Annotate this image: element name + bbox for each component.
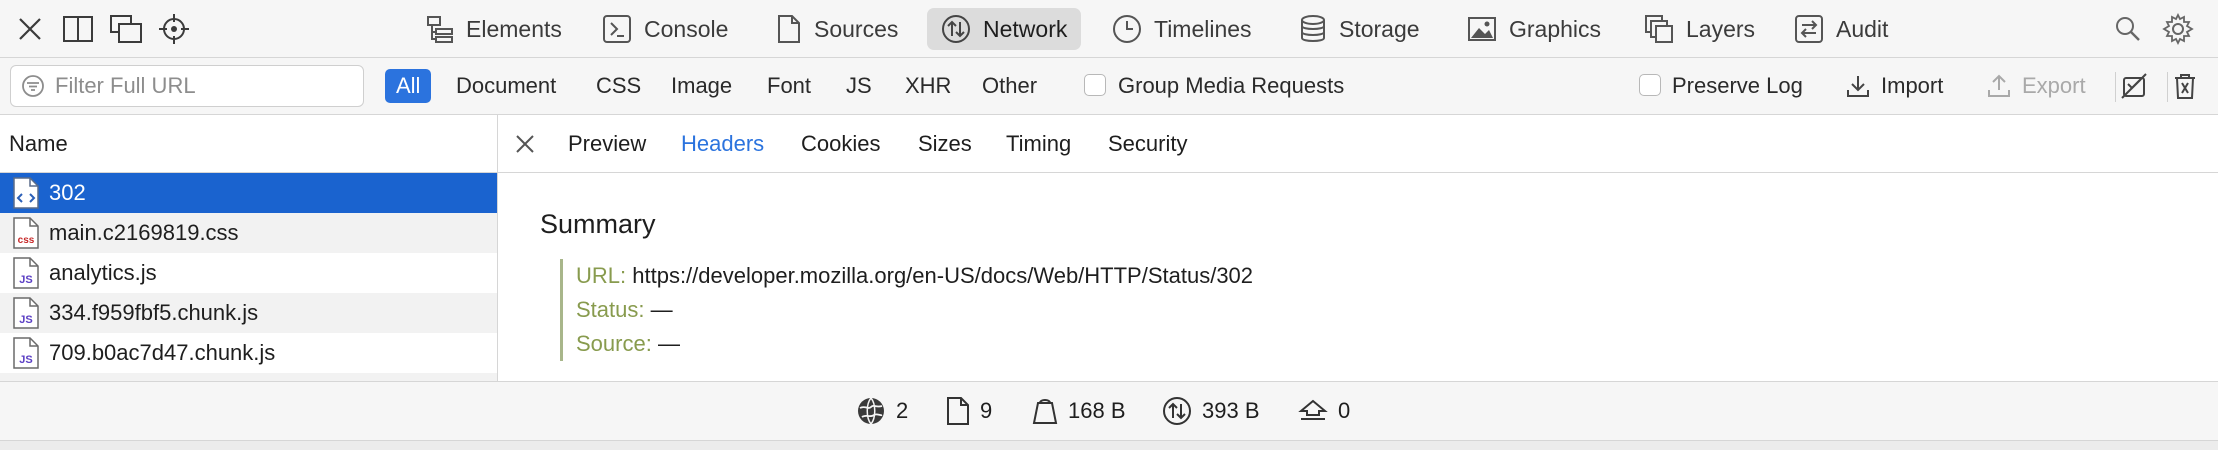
- network-icon: [941, 14, 971, 44]
- export-icon: [1986, 73, 2012, 99]
- headers-panel: Summary URL: https://developer.mozilla.o…: [498, 173, 2218, 381]
- console-icon: [602, 14, 632, 44]
- tab-headers[interactable]: Headers: [681, 115, 764, 173]
- tab-audit[interactable]: Audit: [1780, 8, 1902, 50]
- request-name: 334.f959fbf5.chunk.js: [49, 300, 259, 325]
- close-icon[interactable]: [10, 9, 50, 49]
- graphics-icon: [1467, 16, 1497, 42]
- request-name: 709.b0ac7d47.chunk.js: [49, 340, 276, 365]
- elements-icon: [426, 15, 454, 43]
- request-name: 302: [49, 180, 86, 205]
- network-filter-bar: All Document CSS Image Font JS XHR Other…: [0, 58, 2218, 115]
- request-list: Name 302 css main.c2169819.css JS analyt…: [0, 115, 498, 381]
- window-bottom-edge: [0, 440, 2218, 450]
- network-status-bar: 2 9 168 B 393 B 0: [0, 381, 2218, 440]
- tab-security[interactable]: Security: [1108, 115, 1187, 173]
- summary-source: Source: —: [576, 331, 680, 356]
- upload-tray-icon: [1298, 397, 1328, 425]
- tab-elements[interactable]: Elements: [412, 8, 576, 50]
- globe-icon: [856, 396, 886, 426]
- type-filter-other[interactable]: Other: [971, 69, 1048, 103]
- preserve-log-label: Preserve Log: [1672, 73, 1803, 98]
- summary-status: Status: —: [576, 297, 673, 322]
- tab-preview[interactable]: Preview: [568, 115, 646, 173]
- tab-network[interactable]: Network: [927, 8, 1082, 50]
- group-media-label: Group Media Requests: [1118, 73, 1345, 98]
- preserve-log-checkbox[interactable]: [1639, 74, 1661, 96]
- request-name: analytics.js: [49, 260, 157, 285]
- js-file-icon: JS: [12, 256, 40, 290]
- column-header-name[interactable]: Name: [0, 115, 497, 173]
- devtools-tab-bar: Elements Console Sources Network Timelin…: [0, 0, 2218, 58]
- svg-text:JS: JS: [19, 354, 32, 366]
- tab-layers[interactable]: Layers: [1630, 8, 1769, 50]
- type-filter-image[interactable]: Image: [660, 69, 743, 103]
- filter-url-input[interactable]: [53, 72, 357, 100]
- undock-icon[interactable]: [106, 9, 146, 49]
- tab-graphics[interactable]: Graphics: [1453, 8, 1615, 50]
- filter-url-field[interactable]: [10, 65, 364, 107]
- resources-count: 9: [946, 394, 992, 428]
- import-icon: [1845, 73, 1871, 99]
- search-icon[interactable]: [2108, 9, 2148, 49]
- toolbar-divider: [2115, 72, 2116, 102]
- type-filter-font[interactable]: Font: [756, 69, 822, 103]
- close-detail-icon[interactable]: [512, 131, 538, 157]
- storage-icon: [1299, 14, 1327, 44]
- clear-log-button[interactable]: [2172, 68, 2198, 104]
- toolbar-divider: [2167, 72, 2168, 102]
- request-row-partial[interactable]: [0, 373, 497, 381]
- document-file-icon: [12, 176, 40, 210]
- export-button[interactable]: Export: [1986, 68, 2086, 104]
- sources-icon: [776, 14, 802, 44]
- file-icon: [946, 396, 970, 426]
- css-file-icon: css: [12, 216, 40, 250]
- js-file-icon: JS: [12, 296, 40, 330]
- filter-icon: [21, 74, 45, 98]
- detail-tab-bar: Preview Headers Cookies Sizes Timing Sec…: [498, 115, 2218, 173]
- timelines-icon: [1112, 14, 1142, 44]
- summary-title: Summary: [540, 209, 656, 239]
- tab-sources[interactable]: Sources: [762, 8, 912, 50]
- trash-icon: [2172, 72, 2198, 100]
- request-row[interactable]: JS 334.f959fbf5.chunk.js: [0, 293, 497, 333]
- tab-console[interactable]: Console: [588, 8, 742, 50]
- js-file-icon: JS: [12, 336, 40, 370]
- tab-storage[interactable]: Storage: [1285, 8, 1434, 50]
- inspect-target-icon[interactable]: [154, 9, 194, 49]
- cache-disabled-icon: [2120, 72, 2148, 100]
- request-row[interactable]: css main.c2169819.css: [0, 213, 497, 253]
- transferred-size: 168 B: [1032, 394, 1126, 428]
- request-row[interactable]: JS analytics.js: [0, 253, 497, 293]
- audit-icon: [1794, 14, 1824, 44]
- tab-timelines[interactable]: Timelines: [1098, 8, 1266, 50]
- tab-sizes[interactable]: Sizes: [918, 115, 972, 173]
- load-time: 0: [1298, 394, 1350, 428]
- type-filter-css[interactable]: CSS: [585, 69, 652, 103]
- tab-timing[interactable]: Timing: [1006, 115, 1071, 173]
- import-button[interactable]: Import: [1845, 68, 1943, 104]
- request-name: main.c2169819.css: [49, 220, 239, 245]
- summary-url: URL: https://developer.mozilla.org/en-US…: [576, 263, 1254, 288]
- type-filter-all[interactable]: All: [385, 69, 432, 103]
- request-row[interactable]: 302: [0, 173, 497, 213]
- requests-count: 2: [856, 394, 908, 428]
- transfer-arrows-icon: [1162, 396, 1192, 426]
- dock-side-icon[interactable]: [58, 9, 98, 49]
- tab-cookies[interactable]: Cookies: [801, 115, 880, 173]
- svg-text:JS: JS: [19, 314, 32, 326]
- group-media-checkbox[interactable]: [1084, 74, 1106, 96]
- type-filter-js[interactable]: JS: [835, 69, 883, 103]
- type-filter-xhr[interactable]: XHR: [894, 69, 962, 103]
- summary-fields: URL: https://developer.mozilla.org/en-US…: [560, 259, 1253, 361]
- gear-icon[interactable]: [2158, 9, 2198, 49]
- request-row[interactable]: JS 709.b0ac7d47.chunk.js: [0, 333, 497, 373]
- layers-icon: [1644, 14, 1674, 44]
- disable-cache-button[interactable]: [2120, 68, 2148, 104]
- weight-icon: [1032, 397, 1058, 425]
- resource-size: 393 B: [1162, 394, 1260, 428]
- svg-text:css: css: [18, 235, 35, 246]
- type-filter-document[interactable]: Document: [445, 69, 567, 103]
- svg-text:JS: JS: [19, 274, 32, 286]
